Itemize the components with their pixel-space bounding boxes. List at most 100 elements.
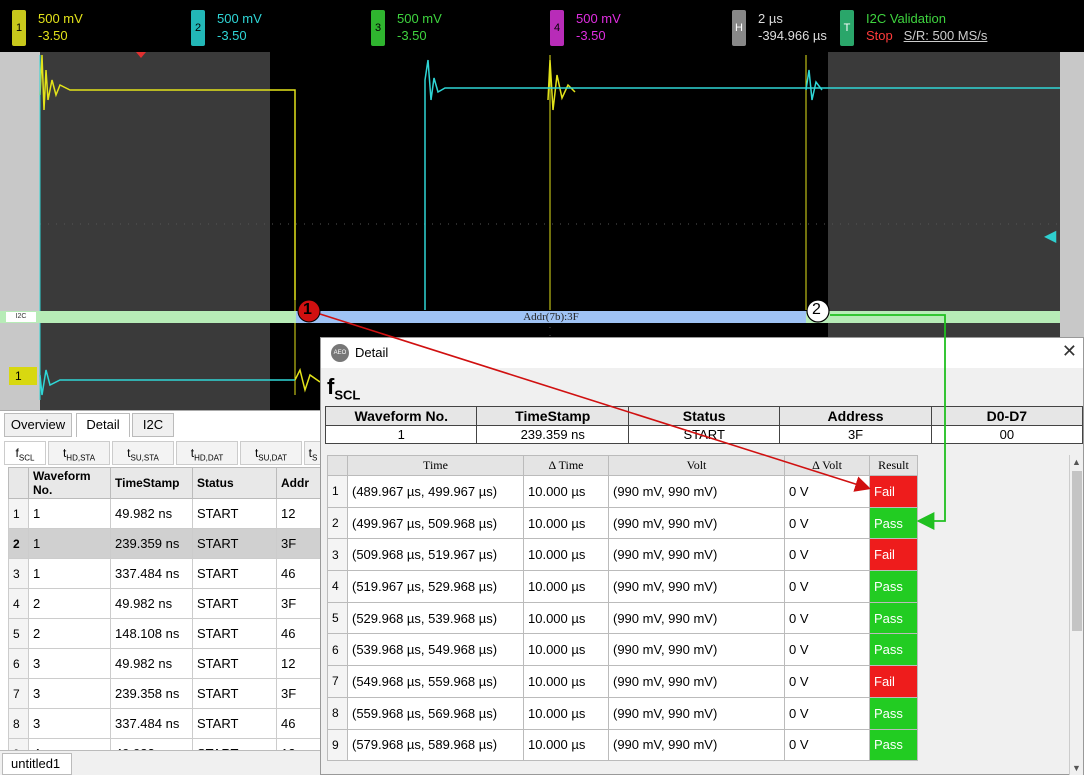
column-header[interactable]: Δ Volt <box>784 455 870 476</box>
document-tab[interactable]: untitled1 <box>2 753 72 775</box>
vertical-scrollbar[interactable]: ▲ ▼ <box>1069 455 1083 775</box>
table-cell: 3 <box>28 648 111 679</box>
table-cell: 3 <box>28 708 111 739</box>
table-cell: 2 <box>28 618 111 649</box>
table-row[interactable]: 2 1 239.359 ns START 3F <box>8 528 321 559</box>
subtab-tsu-sta[interactable]: tSU,STA <box>112 441 174 465</box>
table-cell: 49.982 ns <box>110 498 193 529</box>
channel-1-ground-marker[interactable]: 1 <box>9 367 37 385</box>
row-number: 4 <box>327 570 348 603</box>
row-number: 2 <box>8 528 29 559</box>
table-row[interactable]: 7 3 239.358 ns START 3F <box>8 678 321 709</box>
table-row[interactable]: 3 1 337.484 ns START 46 <box>8 558 321 589</box>
table-row[interactable]: 8 3 337.484 ns START 46 <box>8 708 321 739</box>
table-row[interactable]: 6 3 49.982 ns START 12 <box>8 648 321 679</box>
channel-3-scale: 500 mV <box>397 11 442 26</box>
row-number: 3 <box>8 558 29 589</box>
tab-detail[interactable]: Detail <box>76 413 130 437</box>
sample-rate: S/R: 500 MS/s <box>903 28 988 43</box>
channel-3-offset: -3.50 <box>397 28 427 43</box>
table-row[interactable]: 1 1 49.982 ns START 12 <box>8 498 321 529</box>
result-badge: Pass <box>869 601 918 635</box>
table-cell: 0 V <box>784 570 870 603</box>
subtab-tsu-dat[interactable]: tSU,DAT <box>240 441 302 465</box>
table-row[interactable]: 5 2 148.108 ns START 46 <box>8 618 321 649</box>
table-cell: 337.484 ns <box>110 558 193 589</box>
row-number: 6 <box>327 633 348 667</box>
tab-i2c[interactable]: I2C <box>132 413 174 437</box>
table-row[interactable]: 3 (509.968 µs, 519.967 µs) 10.000 µs (990 m… <box>327 538 918 572</box>
table-cell: START <box>192 678 277 709</box>
table-row[interactable]: 7 (549.968 µs, 559.968 µs) 10.000 µs (990 m… <box>327 665 918 698</box>
channel-1-offset: -3.50 <box>38 28 68 43</box>
result-badge: Pass <box>869 633 918 667</box>
trigger-level-arrow-icon[interactable]: ◀ <box>1044 226 1056 246</box>
table-row[interactable]: 1 (489.967 µs, 499.967 µs) 10.000 µs (990 m… <box>327 475 918 508</box>
table-cell: 1 <box>28 498 111 529</box>
row-number: 7 <box>327 665 348 698</box>
subtab-thd-dat[interactable]: tHD,DAT <box>176 441 238 465</box>
result-badge: Pass <box>869 728 918 762</box>
column-header[interactable]: Δ Time <box>523 455 609 476</box>
trigger-title: I2C Validation <box>866 11 946 26</box>
column-header[interactable]: Waveform No. <box>28 467 111 499</box>
summary-header: D0-D7 <box>930 406 1084 426</box>
table-cell: START <box>192 588 277 619</box>
column-header[interactable]: Status <box>192 467 277 499</box>
summary-value: 00 <box>930 425 1084 444</box>
column-header[interactable]: Addr <box>276 467 321 499</box>
table-cell: (579.968 µs, 589.968 µs) <box>347 728 524 762</box>
table-cell: 10.000 µs <box>523 665 609 698</box>
table-cell: START <box>192 498 277 529</box>
column-header[interactable]: TimeStamp <box>110 467 193 499</box>
table-cell: 0 V <box>784 601 870 635</box>
table-row[interactable]: 9 (579.968 µs, 589.968 µs) 10.000 µs (990 m… <box>327 728 918 762</box>
subtab-fscl[interactable]: fSCL <box>4 441 46 465</box>
measurement-tabs: fSCL tHD,STA tSU,STA tHD,DAT tSU,DAT tS <box>4 441 322 465</box>
tab-overview[interactable]: Overview <box>4 413 72 437</box>
table-cell: 0 V <box>784 475 870 508</box>
horizontal-scale: 2 µs <box>758 11 783 26</box>
table-cell: (990 mV, 990 mV) <box>608 538 785 572</box>
row-number-header <box>327 455 348 476</box>
scroll-thumb[interactable] <box>1072 471 1082 631</box>
channel-2-offset: -3.50 <box>217 28 247 43</box>
table-row[interactable]: 2 (499.967 µs, 509.968 µs) 10.000 µs (990 m… <box>327 506 918 540</box>
row-number: 6 <box>8 648 29 679</box>
table-cell: 0 V <box>784 665 870 698</box>
table-cell: 10.000 µs <box>523 475 609 508</box>
table-cell: 10.000 µs <box>523 601 609 635</box>
row-number: 1 <box>8 498 29 529</box>
table-row[interactable]: 6 (539.968 µs, 549.968 µs) 10.000 µs (990 m… <box>327 633 918 667</box>
table-cell: 12 <box>276 648 321 679</box>
detail-results-table: Time Δ Time Volt Δ Volt Result 1 (489.967… <box>327 455 918 762</box>
table-cell: 239.358 ns <box>110 678 193 709</box>
table-cell: 0 V <box>784 538 870 572</box>
detail-title: Detail <box>355 345 389 360</box>
table-cell: 3F <box>276 528 321 559</box>
close-icon[interactable]: ✕ <box>1062 341 1077 362</box>
table-cell: 10.000 µs <box>523 696 609 730</box>
column-header[interactable]: Volt <box>608 455 785 476</box>
table-row[interactable]: 4 2 49.982 ns START 3F <box>8 588 321 619</box>
channel-3-badge: 3 <box>371 10 385 46</box>
scroll-down-icon[interactable]: ▼ <box>1072 763 1081 773</box>
table-row[interactable]: 8 (559.968 µs, 569.968 µs) 10.000 µs (990 m… <box>327 696 918 730</box>
table-cell: 10.000 µs <box>523 570 609 603</box>
row-number: 7 <box>8 678 29 709</box>
result-badge: Pass <box>869 570 918 603</box>
column-header[interactable]: Result <box>869 455 918 476</box>
subtab-thd-sta[interactable]: tHD,STA <box>48 441 110 465</box>
table-row[interactable]: 4 (519.967 µs, 529.968 µs) 10.000 µs (990 m… <box>327 570 918 603</box>
trigger-badge: T <box>840 10 854 46</box>
row-number: 4 <box>8 588 29 619</box>
table-row[interactable]: 5 (529.968 µs, 539.968 µs) 10.000 µs (990 m… <box>327 601 918 635</box>
scroll-up-icon[interactable]: ▲ <box>1072 457 1081 467</box>
column-header[interactable]: Time <box>347 455 524 476</box>
i2c-address-segment[interactable]: Addr(7b):3F <box>296 311 806 323</box>
table-cell: (529.968 µs, 539.968 µs) <box>347 601 524 635</box>
table-cell: 10.000 µs <box>523 728 609 762</box>
table-cell: 49.982 ns <box>110 588 193 619</box>
callout-2-label: 2 <box>812 301 821 318</box>
detail-title-bar[interactable]: AEO Detail ✕ <box>321 338 1083 368</box>
